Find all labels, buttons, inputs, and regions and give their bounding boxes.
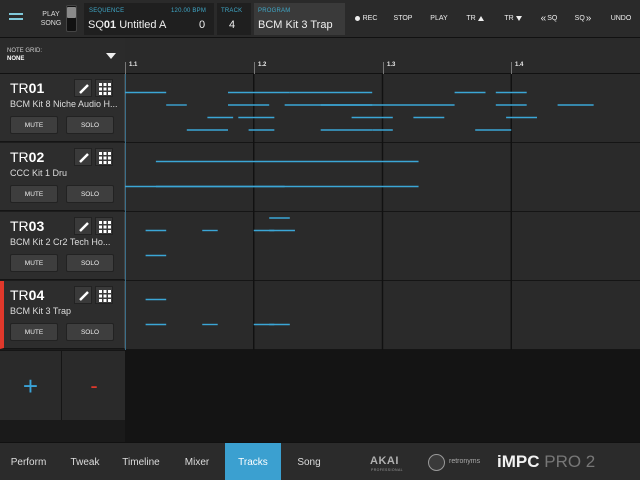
track-up-button[interactable]: TR (460, 8, 490, 28)
impc-pro-logo: iMPC PRO 2 (497, 452, 596, 471)
rec-button[interactable]: REC (350, 8, 382, 28)
program-value: BCM Kit 3 Trap (258, 19, 333, 31)
tab-perform[interactable]: Perform (0, 443, 57, 480)
akai-subtitle: PROFESSIONAL (371, 468, 404, 472)
pad-grid-icon[interactable] (95, 79, 113, 97)
sequence-value: 0 (199, 19, 206, 31)
empty-area (0, 420, 125, 442)
mute-button[interactable]: MUTE (10, 185, 58, 203)
add-remove-panel: + - (0, 350, 125, 421)
retronyms-logo-icon (428, 454, 445, 471)
track-down-button[interactable]: TR (498, 8, 528, 28)
track-selector[interactable]: TRACK 4 (217, 3, 251, 35)
ruler-mark: 1.4 (511, 62, 523, 74)
program-selector[interactable]: PROGRAM BCM Kit 3 Trap (254, 3, 345, 35)
pad-grid-icon[interactable] (95, 148, 113, 166)
solo-button[interactable]: SOLO (66, 116, 114, 134)
note-grid-value: NONE (7, 56, 25, 62)
remove-track-button[interactable]: - (63, 351, 125, 421)
double-chevron-left-icon: « (540, 12, 547, 24)
note-grid[interactable] (125, 74, 640, 350)
tab-song[interactable]: Song (281, 443, 337, 480)
menu-icon[interactable] (6, 9, 26, 29)
solo-button[interactable]: SOLO (66, 254, 114, 272)
bpm-display: 120.00 BPM (171, 8, 207, 14)
tab-timeline[interactable]: Timeline (113, 443, 169, 480)
tab-tracks[interactable]: Tracks (225, 443, 281, 480)
sequence-prev-button[interactable]: « SQ (534, 8, 564, 28)
mute-button[interactable]: MUTE (10, 323, 58, 341)
sequence-name: SQ01 Untitled A (88, 19, 167, 31)
timeline-ruler[interactable]: 1.1 1.2 1.3 1.4 (125, 38, 640, 74)
mute-button[interactable]: MUTE (10, 254, 58, 272)
rec-dot-icon (354, 15, 360, 21)
sequence-selector[interactable]: SEQUENCE 120.00 BPM SQ01 Untitled A 0 (84, 3, 214, 35)
pencil-icon[interactable] (74, 148, 92, 166)
track-title: TR03 (10, 218, 45, 234)
pencil-icon[interactable] (74, 217, 92, 235)
track-kit-name: CCC Kit 1 Dru (10, 168, 68, 178)
track-panel-01[interactable]: TR01 BCM Kit 8 Niche Audio H... MUTE SOL… (0, 74, 125, 142)
sequence-next-label: SQ (574, 14, 585, 22)
dropdown-arrow-icon (106, 53, 116, 59)
akai-logo: AKAI (370, 455, 399, 467)
retronyms-label: retronyms (449, 458, 481, 465)
track-kit-name: BCM Kit 2 Cr2 Tech Ho... (10, 237, 111, 247)
track-panel-03[interactable]: TR03 BCM Kit 2 Cr2 Tech Ho... MUTE SOLO (0, 212, 125, 280)
empty-area (125, 350, 640, 442)
mute-button[interactable]: MUTE (10, 116, 58, 134)
note-grid-caption: NOTE GRID: (7, 48, 43, 54)
triangle-up-icon (477, 15, 484, 21)
track-panel-02[interactable]: TR02 CCC Kit 1 Dru MUTE SOLO (0, 143, 125, 211)
pencil-icon[interactable] (74, 79, 92, 97)
track-caption: TRACK (221, 8, 243, 14)
ruler-mark: 1.1 (125, 62, 137, 74)
stop-button[interactable]: STOP (386, 8, 420, 28)
tab-mixer[interactable]: Mixer (169, 443, 225, 480)
tab-tweak[interactable]: Tweak (57, 443, 113, 480)
track-title: TR04 (10, 287, 45, 303)
track-kit-name: BCM Kit 3 Trap (10, 306, 72, 316)
rec-label: REC (362, 14, 378, 22)
track-up-label: TR (466, 14, 476, 22)
ruler-mark: 1.2 (254, 62, 266, 74)
play-song-switch[interactable] (66, 5, 77, 32)
program-caption: PROGRAM (258, 8, 291, 14)
add-track-button[interactable]: + (0, 351, 62, 421)
transport-bar: PLAY SONG SEQUENCE 120.00 BPM SQ01 Untit… (0, 0, 640, 38)
track-down-label: TR (504, 14, 514, 22)
track-panel-04[interactable]: TR04 BCM Kit 3 Trap MUTE SOLO (0, 281, 125, 349)
pencil-icon[interactable] (74, 286, 92, 304)
pad-grid-icon[interactable] (95, 217, 113, 235)
undo-button[interactable]: UNDO (606, 8, 636, 28)
pad-grid-icon[interactable] (95, 286, 113, 304)
track-title: TR02 (10, 149, 45, 165)
sequence-next-button[interactable]: SQ » (568, 8, 598, 28)
sequence-prev-label: SQ (547, 14, 558, 22)
note-grid-selector[interactable]: NOTE GRID: NONE (0, 38, 125, 74)
bottom-nav: Perform Tweak Timeline Mixer Tracks Song… (0, 442, 640, 480)
triangle-down-icon (515, 15, 522, 21)
play-song-label: PLAY SONG (40, 11, 62, 27)
solo-button[interactable]: SOLO (66, 323, 114, 341)
track-value: 4 (229, 19, 236, 31)
ruler-mark: 1.3 (383, 62, 395, 74)
track-kit-name: BCM Kit 8 Niche Audio H... (10, 99, 118, 109)
double-chevron-right-icon: » (585, 12, 592, 24)
solo-button[interactable]: SOLO (66, 185, 114, 203)
track-title: TR01 (10, 80, 45, 96)
sequence-caption: SEQUENCE (89, 8, 125, 14)
play-button[interactable]: PLAY (424, 8, 454, 28)
